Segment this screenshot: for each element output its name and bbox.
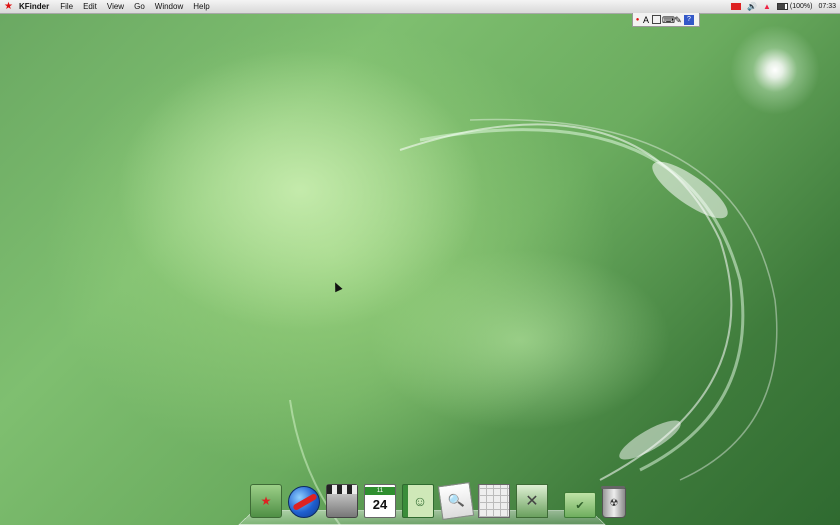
web-browser-icon[interactable] <box>288 486 320 518</box>
tools-icon[interactable]: ✎ <box>673 15 683 25</box>
status-area: 🔊 ▲ (100%) 07:33 <box>731 0 836 13</box>
wallpaper-light-flare <box>730 25 820 115</box>
red-dot-icon[interactable]: ● <box>635 15 640 25</box>
menu-edit[interactable]: Edit <box>83 2 97 11</box>
red-star-icon[interactable]: ★ <box>4 0 13 13</box>
menu-help[interactable]: Help <box>193 2 209 11</box>
documents-folder-icon[interactable] <box>564 492 596 518</box>
flame-icon[interactable]: ▲ <box>763 2 771 11</box>
notes-icon[interactable] <box>250 484 282 518</box>
wallpaper-arcs <box>289 118 778 525</box>
clock[interactable]: 07:33 <box>818 3 836 10</box>
menu-go[interactable]: Go <box>134 2 145 11</box>
video-player-icon[interactable] <box>326 484 358 518</box>
flag-icon[interactable] <box>731 3 741 10</box>
battery-percent: (100%) <box>789 3 813 10</box>
calendar-month: 11 <box>365 487 395 495</box>
menu-view[interactable]: View <box>107 2 124 11</box>
trash-icon[interactable] <box>601 486 626 518</box>
system-preferences-icon[interactable] <box>516 484 548 518</box>
calendar-icon[interactable]: 11 24 <box>364 484 396 518</box>
help-icon[interactable]: ? <box>684 14 694 25</box>
dock: 11 24 <box>250 478 626 521</box>
book-icon[interactable] <box>652 15 661 24</box>
input-method-toolbar: ● A ⌨ ✎ ? <box>632 13 700 27</box>
keyboard-icon[interactable]: ⌨ <box>662 15 675 25</box>
calculator-icon[interactable] <box>478 484 510 518</box>
app-menu-kfinder[interactable]: KFinder <box>19 2 49 11</box>
calendar-day: 24 <box>372 497 388 512</box>
address-book-icon[interactable] <box>402 484 434 518</box>
speaker-icon[interactable]: 🔊 <box>747 2 757 11</box>
font-icon[interactable]: A <box>641 15 651 25</box>
menu-file[interactable]: File <box>60 2 73 11</box>
battery-status[interactable]: (100%) <box>776 3 813 10</box>
menu-window[interactable]: Window <box>155 2 183 11</box>
menu-bar: ★ KFinder File Edit View Go Window Help … <box>0 0 840 14</box>
preview-icon[interactable] <box>437 481 475 521</box>
battery-icon <box>776 3 788 10</box>
